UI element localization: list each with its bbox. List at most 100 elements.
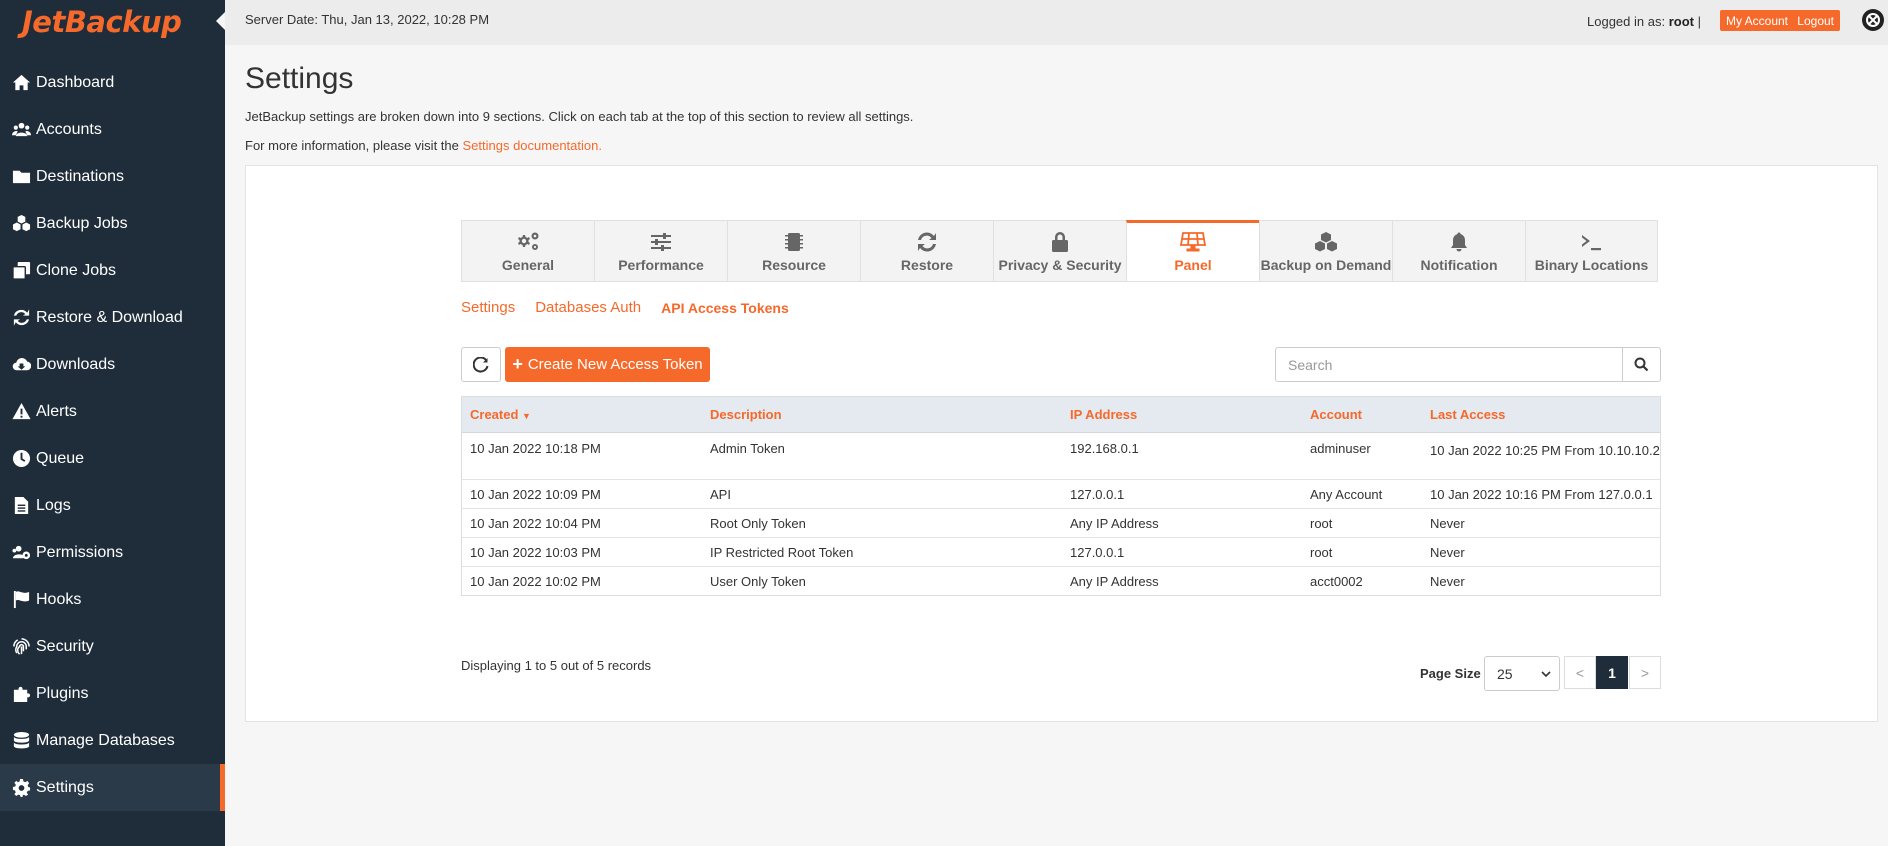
cell-text: Any IP Address (1070, 515, 1159, 531)
sidebar-item-settings[interactable]: Settings (0, 764, 225, 811)
sidebar-item-dashboard[interactable]: Dashboard (0, 59, 225, 106)
column-header-account[interactable]: Account (1302, 407, 1422, 422)
column-header-ip-address[interactable]: IP Address (1062, 407, 1302, 422)
table-row[interactable]: 10 Jan 2022 10:03 PM IP Restricted Root T… (462, 537, 1660, 566)
sliders-icon (651, 233, 671, 251)
logo[interactable]: JetBackup (0, 0, 225, 44)
tab-backup-on-demand[interactable]: Backup on Demand (1259, 220, 1392, 282)
sidebar-item-label: Logs (36, 496, 71, 514)
warning-icon (10, 402, 32, 422)
cell-last-access: 10 Jan 2022 10:16 PM From 127.0.0.1 (1422, 480, 1660, 508)
cell-text: 127.0.0.1 (1070, 486, 1125, 502)
column-header-created[interactable]: Created ▼ (462, 407, 702, 422)
tab-label: Resource (762, 257, 826, 273)
sync-icon (10, 308, 32, 328)
cell-text: Any IP Address (1070, 573, 1159, 589)
sidebar-item-label: Hooks (36, 590, 82, 608)
tab-resource[interactable]: Resource (727, 220, 860, 282)
tab-privacy-security[interactable]: Privacy & Security (993, 220, 1126, 282)
panel-subtabs: Settings Databases Auth API Access Tokens (461, 299, 789, 316)
sidebar-item-clone-jobs[interactable]: Clone Jobs (0, 247, 225, 294)
tab-binary-locations[interactable]: Binary Locations (1525, 220, 1658, 282)
sidebar-item-label: Restore & Download (36, 308, 183, 326)
table-row[interactable]: 10 Jan 2022 10:18 PM Admin Token 192.168.0… (462, 433, 1660, 479)
search-icon (1634, 357, 1649, 372)
logged-in-separator: | (1697, 14, 1701, 29)
plus-icon: + (512, 354, 523, 374)
gears-icon (518, 232, 539, 250)
cell-created: 10 Jan 2022 10:03 PM (462, 538, 702, 566)
sidebar-item-logs[interactable]: Logs (0, 482, 225, 529)
sidebar-item-hooks[interactable]: Hooks (0, 576, 225, 623)
cell-ip: 192.168.0.1 (1062, 433, 1302, 479)
cell-text: API (710, 486, 731, 502)
terminal-icon (1581, 235, 1601, 251)
column-header-last-access[interactable]: Last Access (1422, 407, 1660, 422)
table-row[interactable]: 10 Jan 2022 10:09 PM API 127.0.0.1 Any Acco… (462, 479, 1660, 508)
subtab-settings[interactable]: Settings (461, 299, 515, 316)
sidebar-item-label: Queue (36, 449, 85, 467)
cell-description: User Only Token (702, 567, 1062, 595)
sidebar-nav: Dashboard Accounts Destinations Backup Jobs… (0, 59, 225, 811)
sidebar-collapse-arrow[interactable] (216, 12, 225, 30)
lock-icon (1052, 232, 1068, 252)
page-1-button[interactable]: 1 (1596, 656, 1628, 689)
access-tokens-table: Created ▼ Description IP Address Account Las… (461, 396, 1661, 596)
cell-text: Never (1430, 544, 1465, 560)
sidebar-item-queue[interactable]: Queue (0, 435, 225, 482)
cubes-icon (1315, 232, 1337, 252)
cell-text: User Only Token (710, 573, 806, 589)
close-icon[interactable] (1862, 9, 1884, 31)
cell-ip: Any IP Address (1062, 509, 1302, 537)
cell-ip: 127.0.0.1 (1062, 538, 1302, 566)
cell-last-access: Never (1422, 509, 1660, 537)
cell-created: 10 Jan 2022 10:02 PM (462, 567, 702, 595)
column-header-label: Description (710, 407, 782, 422)
sidebar-item-destinations[interactable]: Destinations (0, 153, 225, 200)
sidebar-item-label: Security (36, 637, 94, 655)
my-account-button[interactable]: My Account (1719, 10, 1794, 31)
next-page-button[interactable]: > (1629, 656, 1661, 689)
microchip-icon (785, 233, 803, 251)
cell-text: 127.0.0.1 (1070, 544, 1125, 560)
page-size-select[interactable]: 25 (1484, 656, 1560, 691)
cell-text: 10 Jan 2022 10:09 PM (470, 486, 601, 502)
tab-notification[interactable]: Notification (1392, 220, 1525, 282)
sidebar-item-restore-download[interactable]: Restore & Download (0, 294, 225, 341)
fingerprint-icon (10, 637, 32, 657)
create-access-token-button[interactable]: + Create New Access Token (505, 347, 710, 382)
search-input[interactable] (1275, 347, 1623, 382)
sidebar-item-security[interactable]: Security (0, 623, 225, 670)
tab-general[interactable]: General (461, 220, 594, 282)
tab-restore[interactable]: Restore (860, 220, 993, 282)
search-button[interactable] (1622, 347, 1661, 382)
settings-documentation-link[interactable]: Settings documentation. (462, 138, 601, 153)
column-header-description[interactable]: Description (702, 407, 1062, 422)
sidebar-item-accounts[interactable]: Accounts (0, 106, 225, 153)
puzzle-icon (10, 684, 32, 704)
logged-in-user: root (1668, 14, 1694, 29)
tab-label: Notification (1420, 257, 1498, 273)
table-row[interactable]: 10 Jan 2022 10:02 PM User Only Token Any I… (462, 566, 1660, 595)
users-cog-icon (10, 543, 32, 563)
tab-panel[interactable]: Panel (1126, 220, 1259, 282)
sidebar-item-manage-databases[interactable]: Manage Databases (0, 717, 225, 764)
page-intro: JetBackup settings are broken down into … (245, 109, 914, 124)
sidebar-item-plugins[interactable]: Plugins (0, 670, 225, 717)
subtab-databases-auth[interactable]: Databases Auth (535, 299, 641, 316)
cell-account: root (1302, 509, 1422, 537)
sidebar-item-downloads[interactable]: Downloads (0, 341, 225, 388)
sidebar-item-backup-jobs[interactable]: Backup Jobs (0, 200, 225, 247)
table-row[interactable]: 10 Jan 2022 10:04 PM Root Only Token Any I… (462, 508, 1660, 537)
logout-button[interactable]: Logout (1791, 10, 1840, 31)
refresh-button[interactable] (461, 347, 501, 382)
tab-performance[interactable]: Performance (594, 220, 727, 282)
cell-created: 10 Jan 2022 10:18 PM (462, 433, 702, 479)
sidebar-item-label: Manage Databases (36, 731, 175, 749)
sidebar-item-permissions[interactable]: Permissions (0, 529, 225, 576)
logged-in-label: Logged in as: (1587, 14, 1666, 29)
prev-page-button[interactable]: < (1564, 656, 1596, 689)
cell-text: root (1310, 544, 1333, 560)
sidebar-item-alerts[interactable]: Alerts (0, 388, 225, 435)
subtab-api-access-tokens[interactable]: API Access Tokens (661, 300, 789, 316)
